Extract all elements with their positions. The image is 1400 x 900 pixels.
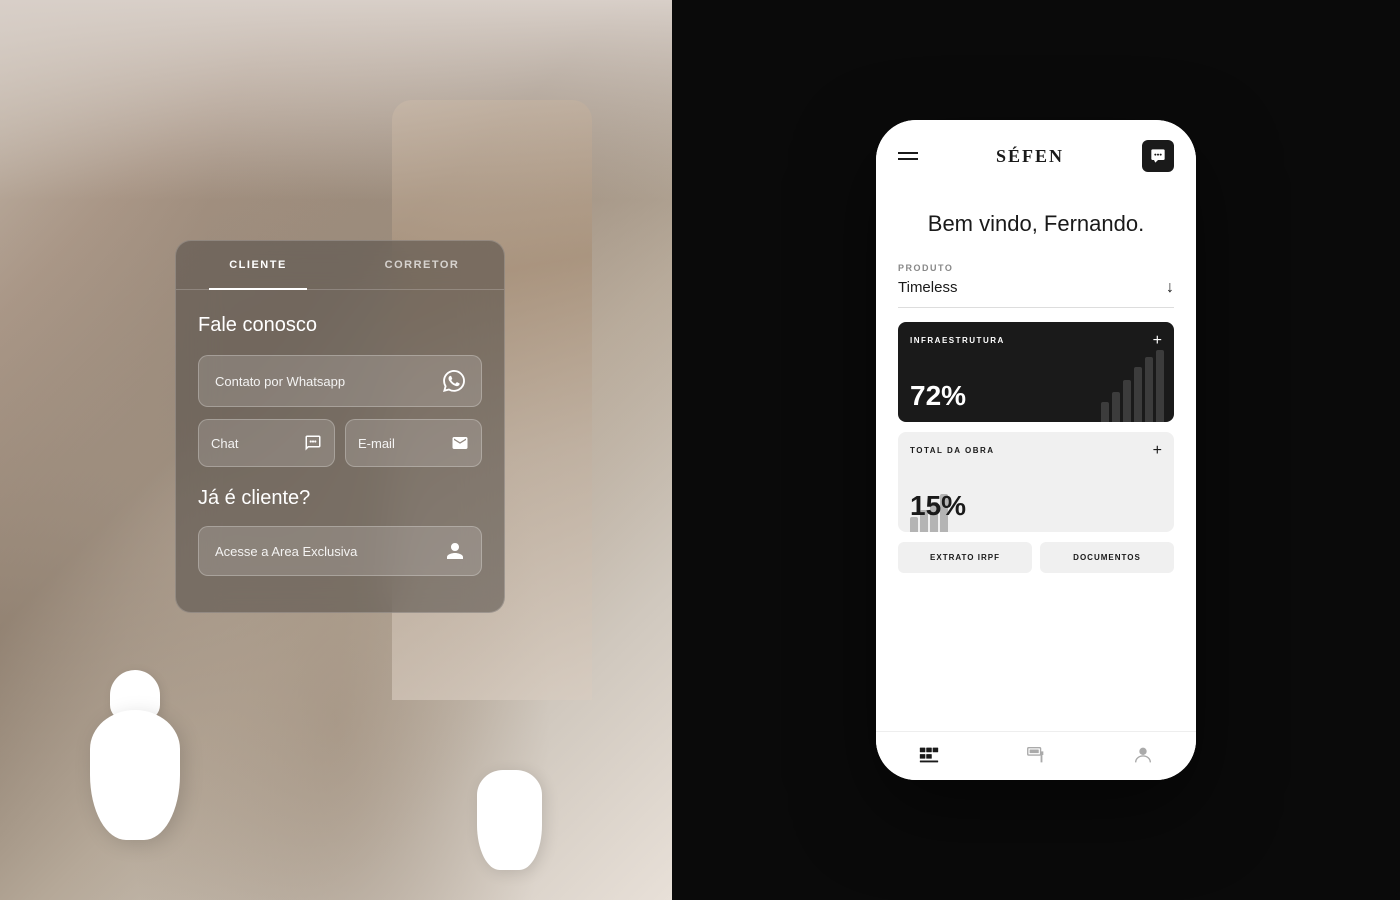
contact-btn-row: Chat E-mail [198,419,482,467]
nav-tool-icon[interactable] [1025,744,1047,766]
section2-title: Já é cliente? [198,487,482,510]
phone-nav [876,731,1196,780]
hamburger-line-2 [898,158,918,160]
tab-corretor[interactable]: CORRETOR [340,241,504,289]
chat-button[interactable]: Chat [198,419,335,467]
bottom-buttons: EXTRATO IRPF DOCUMENTOS [898,542,1174,573]
exclusive-area-button[interactable]: Acesse a Area Exclusiva [198,526,482,576]
phone-header: SÉFEN [876,120,1196,188]
infra-card: INFRAESTRUTURA + 72% [898,322,1174,422]
brand-logo: SÉFEN [996,146,1064,167]
hamburger-line-1 [898,152,918,154]
product-value: Timeless [898,279,957,296]
product-label: PRODUTO [898,263,1174,273]
exclusive-label: Acesse a Area Exclusiva [215,544,357,559]
extrato-button[interactable]: EXTRATO IRPF [898,542,1032,573]
obra-title: TOTAL DA OBRA [910,446,995,455]
whatsapp-button[interactable]: Contato por Whatsapp [198,355,482,407]
nav-home-icon[interactable] [918,744,940,766]
right-panel: SÉFEN Bem vindo, Fernando. PRODUTO Timel… [672,0,1400,900]
contact-card: CLIENTE CORRETOR Fale conosco Contato po… [175,240,505,613]
section1-title: Fale conosco [198,314,482,337]
chat-icon [304,434,322,452]
phone-content: Bem vindo, Fernando. PRODUTO Timeless ↓ … [876,188,1196,731]
whatsapp-icon [443,370,465,392]
infra-value: 72% [898,380,978,412]
nav-user-icon[interactable] [1132,744,1154,766]
obra-value: 15% [898,490,978,522]
welcome-text: Bem vindo, Fernando. [898,210,1174,239]
card-tabs: CLIENTE CORRETOR [176,241,504,290]
infra-title: INFRAESTRUTURA [910,336,1005,345]
vase-decoration-1 [80,680,200,840]
chat-header-icon[interactable] [1142,140,1174,172]
user-icon [445,541,465,561]
email-icon [451,434,469,452]
email-label: E-mail [358,436,395,451]
infra-staircase [1101,322,1174,422]
chat-label: Chat [211,436,238,451]
documentos-button[interactable]: DOCUMENTOS [1040,542,1174,573]
product-select[interactable]: Timeless ↓ [898,279,1174,308]
hamburger-menu[interactable] [898,152,918,160]
whatsapp-label: Contato por Whatsapp [215,374,345,389]
left-panel: CLIENTE CORRETOR Fale conosco Contato po… [0,0,672,900]
phone-mockup: SÉFEN Bem vindo, Fernando. PRODUTO Timel… [876,120,1196,780]
email-button[interactable]: E-mail [345,419,482,467]
obra-expand-icon[interactable]: + [1153,442,1162,460]
obra-card: TOTAL DA OBRA + 15% [898,432,1174,532]
vase-decoration-2 [472,750,552,870]
obra-card-header: TOTAL DA OBRA + [898,432,1174,466]
card-body: Fale conosco Contato por Whatsapp Chat [176,290,504,612]
tab-cliente[interactable]: CLIENTE [176,241,340,289]
product-arrow-icon: ↓ [1166,279,1174,297]
